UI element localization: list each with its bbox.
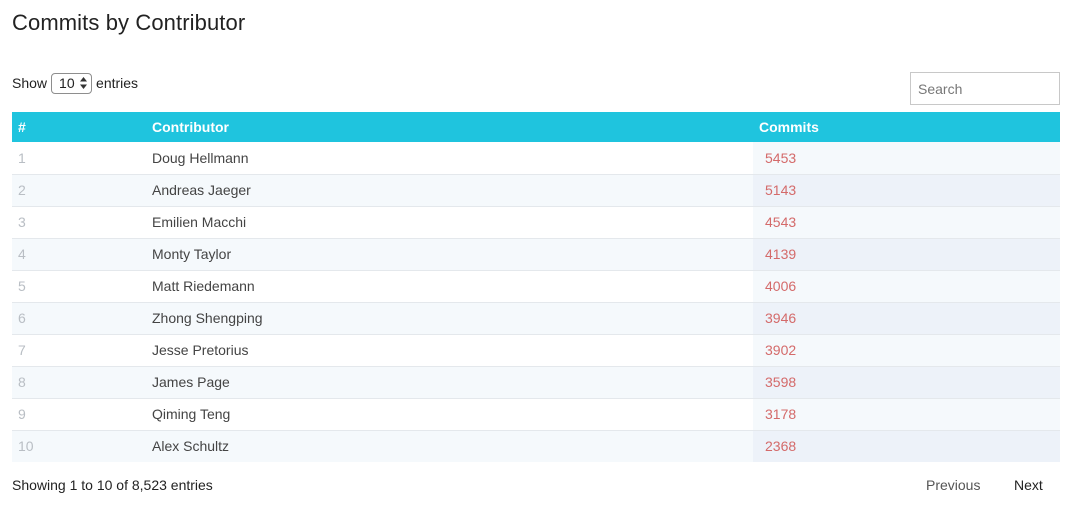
- cell-contributor: Zhong Shengping: [152, 310, 263, 326]
- table-info-text: Showing 1 to 10 of 8,523 entries: [12, 477, 213, 493]
- column-header-rank[interactable]: #: [12, 112, 141, 142]
- table-row: 7 Jesse Pretorius 3902: [12, 334, 1060, 366]
- cell-rank: 8: [18, 374, 26, 390]
- cell-commits: 4006: [753, 270, 1060, 302]
- table-row: 5 Matt Riedemann 4006: [12, 270, 1060, 302]
- table-row: 6 Zhong Shengping 3946: [12, 302, 1060, 334]
- cell-commits: 3946: [753, 302, 1060, 334]
- table-row: 2 Andreas Jaeger 5143: [12, 174, 1060, 206]
- length-prefix-label: Show: [12, 75, 48, 91]
- cell-commits: 4139: [753, 238, 1060, 270]
- entries-length-control: Show 10 entries: [12, 72, 138, 94]
- cell-commits: 3178: [753, 398, 1060, 430]
- table-row: 4 Monty Taylor 4139: [12, 238, 1060, 270]
- cell-contributor: Alex Schultz: [152, 438, 230, 455]
- previous-page-button[interactable]: Previous: [926, 477, 980, 493]
- cell-contributor: Matt Riedemann: [152, 278, 255, 294]
- cell-commits: 3902: [753, 334, 1060, 366]
- cell-contributor: Qiming Teng: [152, 406, 231, 422]
- cell-commits: 2368: [753, 430, 1060, 462]
- table-row: 1 Doug Hellmann 5453: [12, 142, 1060, 174]
- cell-rank: 5: [18, 278, 26, 294]
- cell-commits: 5453: [753, 142, 1060, 174]
- cell-rank: 7: [18, 342, 26, 358]
- table-row: 3 Emilien Macchi 4543: [12, 206, 1060, 238]
- cell-commits: 3598: [753, 366, 1060, 398]
- cell-contributor: Monty Taylor: [152, 246, 232, 262]
- length-select-value: 10: [59, 75, 75, 91]
- cell-commits: 5143: [753, 174, 1060, 206]
- updown-arrows-icon: [80, 76, 88, 90]
- cell-contributor: Jesse Pretorius: [152, 342, 249, 358]
- table-row: 9 Qiming Teng 3178: [12, 398, 1060, 430]
- table-header-row: # Contributor Commits: [12, 112, 1060, 142]
- table-row: 10 Alex Schultz 2368: [12, 430, 1060, 462]
- cell-rank: 4: [18, 246, 26, 262]
- cell-contributor: James Page: [152, 374, 230, 390]
- cell-rank: 1: [18, 149, 26, 166]
- cell-rank: 10: [18, 438, 34, 455]
- length-suffix-label: entries: [96, 75, 139, 91]
- column-header-commits[interactable]: Commits: [753, 112, 1060, 142]
- contributors-table: # Contributor Commits 1 Doug Hellmann 54…: [12, 112, 1060, 462]
- table-row: 8 James Page 3598: [12, 366, 1060, 398]
- cell-rank: 3: [18, 214, 26, 230]
- column-header-contributor[interactable]: Contributor: [141, 112, 753, 142]
- entries-length-select[interactable]: 10: [51, 72, 93, 94]
- cell-rank: 6: [18, 310, 26, 326]
- cell-rank: 9: [18, 406, 26, 422]
- cell-contributor: Emilien Macchi: [152, 214, 247, 230]
- cell-contributor: Andreas Jaeger: [152, 182, 251, 198]
- next-page-button[interactable]: Next: [1014, 477, 1043, 493]
- cell-commits: 4543: [753, 206, 1060, 238]
- cell-rank: 2: [18, 182, 26, 198]
- search-input[interactable]: [910, 72, 1060, 105]
- page-title: Commits by Contributor: [12, 10, 246, 35]
- cell-contributor: Doug Hellmann: [152, 149, 249, 166]
